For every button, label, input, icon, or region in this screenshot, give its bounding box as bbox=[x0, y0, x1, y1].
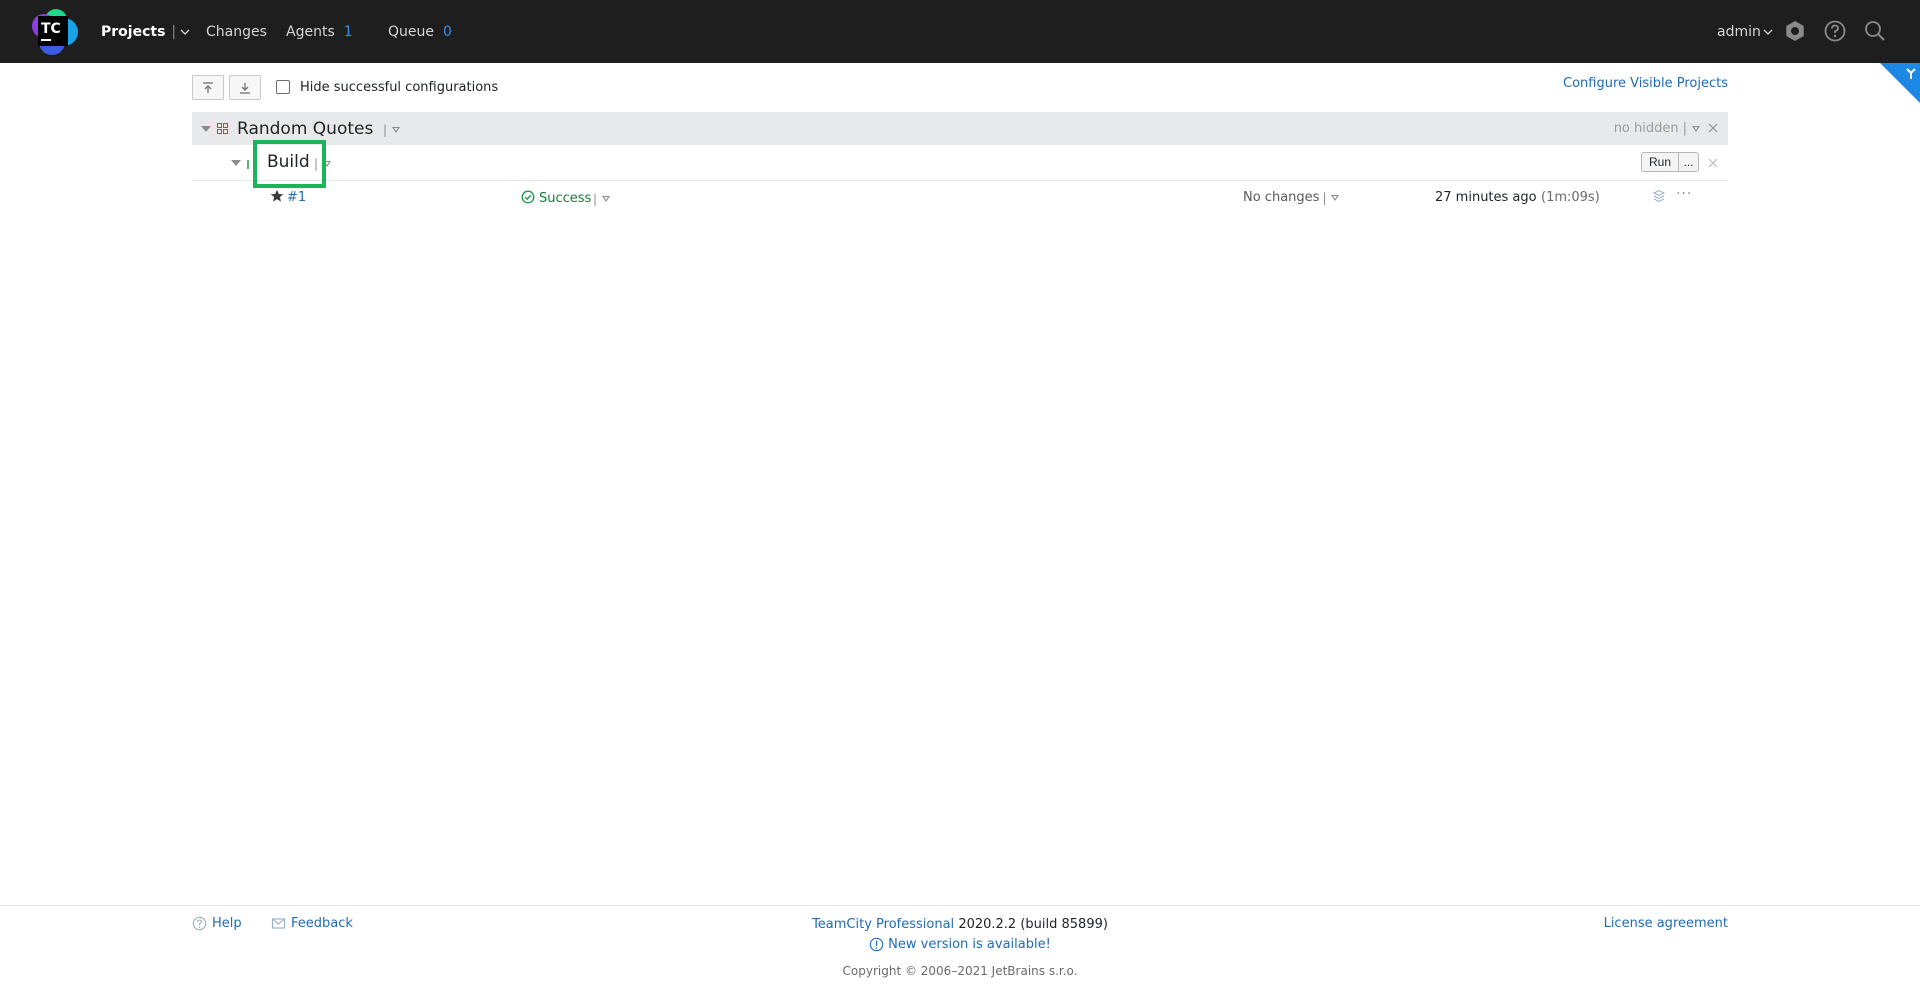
user-menu[interactable]: admin bbox=[1717, 0, 1773, 63]
hide-successful-toggle[interactable]: Hide successful configurations bbox=[276, 77, 498, 97]
build-agent-icon[interactable] bbox=[1651, 188, 1667, 204]
project-collapse-toggle[interactable] bbox=[201, 126, 211, 132]
configure-visible-projects-link[interactable]: Configure Visible Projects bbox=[1563, 76, 1728, 91]
project-name-link[interactable]: Random Quotes bbox=[237, 119, 373, 139]
project-menu-toggle[interactable]: | bbox=[383, 123, 401, 137]
nav-changes[interactable]: Changes bbox=[206, 0, 267, 63]
run-button-group: Run ... bbox=[1640, 152, 1699, 172]
hide-successful-checkbox[interactable] bbox=[276, 80, 290, 94]
new-version-label: New version is available! bbox=[888, 937, 1051, 952]
nav-projects[interactable]: Projects | bbox=[101, 0, 190, 63]
nav-projects-label: Projects bbox=[101, 23, 166, 40]
build-configuration-collapse-toggle[interactable] bbox=[231, 160, 241, 166]
queue-count: 0 bbox=[443, 23, 452, 40]
changes-separator: | bbox=[1322, 190, 1327, 205]
footer-divider bbox=[0, 905, 1920, 906]
project-menu-separator: | bbox=[383, 123, 388, 137]
user-name: admin bbox=[1717, 23, 1761, 40]
build-number-link[interactable]: #1 bbox=[287, 190, 306, 205]
build-start-time: 27 minutes ago bbox=[1435, 190, 1537, 205]
chevron-down-icon bbox=[1763, 29, 1773, 35]
build-status-separator: | bbox=[593, 192, 598, 206]
settings-icon[interactable] bbox=[1782, 18, 1808, 44]
build-configuration-name-link[interactable]: Build bbox=[267, 152, 310, 172]
help-icon[interactable] bbox=[1822, 18, 1848, 44]
build-actions-menu[interactable]: ··· bbox=[1676, 186, 1692, 202]
build-configuration-menu-toggle[interactable]: | bbox=[314, 157, 332, 171]
agents-count: 1 bbox=[343, 23, 353, 40]
caret-down-icon bbox=[1692, 125, 1700, 132]
build-configuration-row: Build | Run ... bbox=[192, 147, 1728, 181]
close-icon[interactable] bbox=[1706, 156, 1720, 170]
nav-separator: | bbox=[171, 23, 177, 40]
caret-down-icon bbox=[602, 196, 611, 202]
footer-copyright: Copyright © 2006–2021 JetBrains s.r.o. bbox=[842, 964, 1078, 978]
project-row: Random Quotes | no hidden | bbox=[192, 112, 1728, 145]
expand-all-icon bbox=[240, 82, 250, 94]
nav-queue-label: Queue bbox=[388, 23, 434, 40]
build-status-link[interactable]: Success bbox=[539, 191, 591, 206]
hidden-configurations-label: no hidden bbox=[1613, 121, 1679, 136]
build-configuration-icon bbox=[247, 160, 249, 169]
nav-agents-label: Agents bbox=[286, 23, 335, 40]
build-status-menu-toggle[interactable]: | bbox=[593, 192, 611, 206]
license-agreement-link[interactable]: License agreement bbox=[1604, 916, 1728, 931]
product-version: 2020.2.2 (build 85899) bbox=[958, 917, 1108, 932]
run-button[interactable]: Run bbox=[1640, 152, 1679, 172]
expand-all-button[interactable] bbox=[229, 75, 261, 100]
chevron-down-icon[interactable] bbox=[180, 27, 190, 37]
changes-dropdown[interactable]: No changes | bbox=[1243, 190, 1340, 205]
hidden-configurations-toggle[interactable]: no hidden | bbox=[1614, 121, 1700, 136]
logo-text: TC bbox=[41, 21, 61, 37]
product-link[interactable]: TeamCity Professional bbox=[812, 917, 954, 932]
nav-queue[interactable]: Queue 0 bbox=[388, 0, 452, 63]
build-row: #1 Success | No changes | 27 minutes ago… bbox=[192, 184, 1728, 212]
nav-agents[interactable]: Agents 1 bbox=[286, 0, 353, 63]
caret-down-icon bbox=[1331, 194, 1340, 201]
run-custom-build-button[interactable]: ... bbox=[1679, 152, 1699, 172]
new-version-notice[interactable]: New version is available! bbox=[0, 937, 1920, 952]
search-icon[interactable] bbox=[1862, 18, 1888, 44]
collapse-all-icon bbox=[203, 81, 213, 93]
caret-down-icon bbox=[323, 161, 332, 167]
changes-label: No changes bbox=[1243, 190, 1320, 205]
teamcity-logo-icon[interactable]: TC bbox=[28, 6, 80, 58]
hide-successful-label: Hide successful configurations bbox=[300, 79, 499, 95]
nav-changes-label: Changes bbox=[206, 23, 267, 40]
star-icon[interactable] bbox=[270, 189, 284, 203]
corner-badge-icon[interactable] bbox=[1880, 63, 1920, 103]
project-icon bbox=[217, 123, 228, 134]
success-check-icon bbox=[521, 190, 535, 204]
build-duration: (1m:09s) bbox=[1541, 190, 1600, 205]
hidden-separator: | bbox=[1682, 121, 1687, 136]
top-navigation-bar: TC Projects | Changes Agents 1 Queue 0 a… bbox=[0, 0, 1920, 63]
close-icon[interactable] bbox=[1706, 121, 1720, 135]
collapse-all-button[interactable] bbox=[192, 75, 224, 100]
build-configuration-menu-separator: | bbox=[314, 157, 319, 171]
caret-down-icon bbox=[392, 127, 401, 133]
info-icon bbox=[869, 937, 884, 952]
